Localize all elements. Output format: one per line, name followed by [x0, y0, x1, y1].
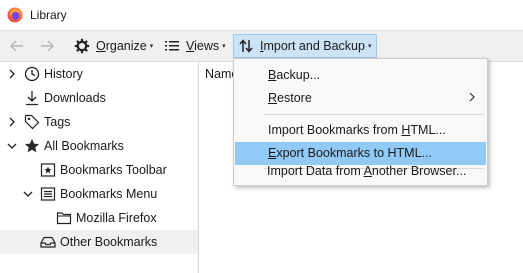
gear-icon [74, 38, 90, 54]
chevron-right-icon[interactable] [6, 68, 18, 80]
sidebar-item-tags[interactable]: Tags [0, 110, 198, 134]
menu-separator [264, 114, 484, 115]
sidebar-item-label: Bookmarks Menu [60, 187, 158, 201]
forward-button[interactable] [35, 34, 59, 58]
star-icon [24, 138, 40, 154]
import-export-arrows-icon [239, 39, 253, 53]
download-icon [24, 90, 40, 106]
chevron-right-icon[interactable] [6, 116, 18, 128]
sidebar-item-label: Other Bookmarks [60, 235, 158, 249]
sidebar-item-all-bookmarks[interactable]: All Bookmarks [0, 134, 198, 158]
chevron-down-icon: ▾ [149, 43, 154, 50]
folder-icon [56, 210, 72, 226]
list-view-icon [165, 41, 179, 51]
sidebar-item-bookmarks-menu[interactable]: Bookmarks Menu [0, 182, 198, 206]
arrow-right-icon [41, 40, 54, 52]
sidebar-item-downloads[interactable]: Downloads [0, 86, 198, 110]
sidebar-item-label: Downloads [44, 91, 106, 105]
views-button[interactable]: Views ▾ [160, 34, 230, 58]
menu-item-label: Import Bookmarks from HTML... [268, 123, 446, 137]
sidebar-item-other-bookmarks[interactable]: Other Bookmarks [0, 230, 198, 254]
tray-icon [40, 234, 56, 250]
menu-item-import-browser[interactable]: Import Data from Another Browser... [234, 160, 485, 183]
menu-item-backup[interactable]: Backup... [235, 64, 486, 87]
menu-item-restore[interactable]: Restore [235, 87, 486, 110]
menu-item-label: Import Data from Another Browser... [267, 164, 467, 178]
chevron-down-icon: ▾ [222, 43, 226, 50]
chevron-down-icon: ▾ [367, 43, 372, 50]
sidebar-item-label: Bookmarks Toolbar [60, 163, 167, 177]
sidebar-tree: History Downloads Tags All Bookmarks Boo… [0, 62, 199, 273]
menu-item-label: Export Bookmarks to HTML... [268, 146, 432, 160]
chevron-down-icon[interactable] [22, 188, 34, 200]
organize-button[interactable]: Organize ▾ [70, 34, 157, 58]
import-backup-label: Import and Backup [260, 39, 365, 53]
sidebar-item-mozilla-firefox[interactable]: Mozilla Firefox [0, 206, 198, 230]
firefox-logo-icon [7, 7, 23, 23]
menu-icon [40, 186, 56, 202]
back-button[interactable] [5, 34, 29, 58]
sidebar-item-label: Mozilla Firefox [76, 211, 157, 225]
toolbar-icon [40, 162, 56, 178]
chevron-down-icon[interactable] [6, 140, 18, 152]
submenu-arrow-icon [469, 92, 475, 102]
menu-item-label: Backup... [268, 68, 321, 82]
views-label: Views [186, 39, 220, 53]
title-bar: Library [0, 0, 523, 30]
import-backup-button[interactable]: Import and Backup ▾ [233, 34, 378, 58]
sidebar-item-label: Tags [44, 115, 71, 129]
sidebar-item-label: History [44, 67, 83, 81]
sidebar-item-label: All Bookmarks [44, 139, 124, 153]
menu-item-label: Restore [268, 91, 312, 105]
window-title: Library [30, 8, 67, 22]
tag-icon [24, 114, 40, 130]
menu-item-import-html[interactable]: Import Bookmarks from HTML... [235, 119, 486, 142]
sidebar-item-history[interactable]: History [0, 62, 198, 86]
clock-icon [24, 66, 40, 82]
organize-label: Organize [96, 39, 147, 53]
arrow-left-icon [10, 40, 23, 52]
sidebar-item-bookmarks-toolbar[interactable]: Bookmarks Toolbar [0, 158, 198, 182]
